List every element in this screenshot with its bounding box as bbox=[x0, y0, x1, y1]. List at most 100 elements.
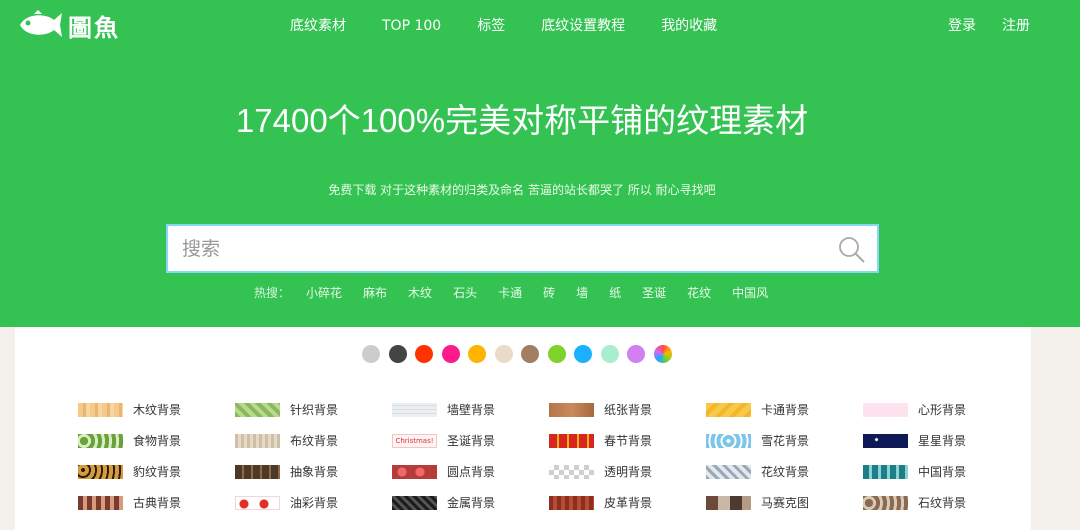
fish-logo-icon bbox=[20, 10, 62, 37]
search-box bbox=[166, 224, 879, 273]
category-item[interactable]: 针织背景 bbox=[235, 394, 392, 425]
search-input[interactable] bbox=[182, 226, 822, 271]
category-thumbnail bbox=[392, 464, 437, 479]
category-item[interactable]: 油彩背景 bbox=[235, 487, 392, 518]
color-swatch[interactable] bbox=[627, 345, 645, 363]
category-label: 皮革背景 bbox=[604, 496, 653, 510]
nav-item-favorites[interactable]: 我的收藏 bbox=[661, 16, 717, 36]
hot-term[interactable]: 纸 bbox=[609, 284, 621, 301]
category-label: 圣诞背景 bbox=[447, 434, 496, 448]
login-link[interactable]: 登录 bbox=[948, 16, 976, 36]
hot-term[interactable]: 卡通 bbox=[498, 284, 522, 301]
category-label: 花纹背景 bbox=[761, 465, 810, 479]
category-thumbnail bbox=[235, 402, 280, 417]
category-item[interactable]: 中国背景 bbox=[863, 456, 1020, 487]
category-label: 抽象背景 bbox=[290, 465, 339, 479]
auth-links: 登录 注册 bbox=[922, 16, 1030, 36]
hot-term[interactable]: 花纹 bbox=[687, 284, 711, 301]
category-item[interactable]: 圆点背景 bbox=[392, 456, 549, 487]
search-icon[interactable] bbox=[837, 235, 867, 269]
category-thumbnail bbox=[863, 464, 908, 479]
category-thumbnail bbox=[706, 433, 751, 448]
logo-text: 圖魚 bbox=[68, 12, 120, 42]
nav-item-tutorial[interactable]: 底纹设置教程 bbox=[541, 16, 625, 36]
category-label: 纸张背景 bbox=[604, 403, 653, 417]
category-thumbnail bbox=[78, 495, 123, 510]
category-item[interactable]: 卡通背景 bbox=[706, 394, 863, 425]
category-label: 中国背景 bbox=[918, 465, 967, 479]
hot-term[interactable]: 砖 bbox=[543, 284, 555, 301]
hot-term[interactable]: 中国风 bbox=[732, 284, 768, 301]
hot-searches: 热搜： 小碎花 麻布 木纹 石头 卡通 砖 墙 纸 圣诞 花纹 中国风 bbox=[254, 284, 789, 301]
category-label: 针织背景 bbox=[290, 403, 339, 417]
color-swatch[interactable] bbox=[600, 345, 619, 363]
color-swatch[interactable] bbox=[468, 345, 486, 363]
hot-term[interactable]: 石头 bbox=[453, 284, 477, 301]
category-item[interactable]: 心形背景 bbox=[863, 394, 1020, 425]
nav-item-tags[interactable]: 标签 bbox=[477, 16, 505, 36]
category-label: 布纹背景 bbox=[290, 434, 339, 448]
category-thumbnail bbox=[549, 433, 594, 448]
category-item[interactable]: 马赛克图 bbox=[706, 487, 863, 518]
color-swatch-all[interactable] bbox=[653, 345, 672, 363]
page-title: 17400个100%完美对称平铺的纹理素材 bbox=[235, 102, 809, 139]
category-thumbnail bbox=[863, 495, 908, 510]
color-swatch[interactable] bbox=[388, 345, 407, 363]
category-item[interactable]: 墙壁背景 bbox=[392, 394, 549, 425]
category-label: 木纹背景 bbox=[133, 403, 182, 417]
main-nav: 底纹素材 TOP 100 标签 底纹设置教程 我的收藏 bbox=[290, 16, 753, 36]
category-label: 石纹背景 bbox=[918, 496, 967, 510]
site-logo[interactable]: 圖魚 bbox=[16, 8, 146, 42]
category-item[interactable]: 雪花背景 bbox=[706, 425, 863, 456]
page-subtitle: 免费下载 对于这种素材的归类及命名 苦逼的站长都哭了 所以 耐心寻找吧 bbox=[328, 183, 716, 197]
category-thumbnail bbox=[863, 402, 908, 417]
category-item[interactable]: 皮革背景 bbox=[549, 487, 706, 518]
category-item[interactable]: 星星背景 bbox=[863, 425, 1020, 456]
category-thumbnail bbox=[392, 495, 437, 510]
category-label: 圆点背景 bbox=[447, 465, 496, 479]
hot-term[interactable]: 墙 bbox=[576, 284, 588, 301]
category-item[interactable]: 透明背景 bbox=[549, 456, 706, 487]
color-swatch[interactable] bbox=[494, 345, 513, 363]
category-label: 雪花背景 bbox=[761, 434, 810, 448]
category-label: 马赛克图 bbox=[761, 496, 810, 510]
category-item[interactable]: 石纹背景 bbox=[863, 487, 1020, 518]
category-item[interactable]: 食物背景 bbox=[78, 425, 235, 456]
category-item[interactable]: 抽象背景 bbox=[235, 456, 392, 487]
category-thumbnail bbox=[235, 495, 280, 510]
category-item[interactable]: 古典背景 bbox=[78, 487, 235, 518]
category-item[interactable]: 布纹背景 bbox=[235, 425, 392, 456]
color-swatch[interactable] bbox=[362, 345, 380, 363]
nav-item-top100[interactable]: TOP 100 bbox=[382, 16, 441, 36]
category-thumbnail: Christmas! bbox=[392, 433, 437, 448]
category-grid: 木纹背景 针织背景 墙壁背景 纸张背景 卡通背景 心形背景食物背景 布纹背景 Christma… bbox=[78, 394, 1018, 518]
color-swatch[interactable] bbox=[547, 345, 566, 363]
nav-item-textures[interactable]: 底纹素材 bbox=[290, 16, 346, 36]
hot-term[interactable]: 圣诞 bbox=[642, 284, 666, 301]
hot-term[interactable]: 木纹 bbox=[408, 284, 432, 301]
color-filter bbox=[362, 345, 680, 363]
category-item[interactable]: 春节背景 bbox=[549, 425, 706, 456]
category-item[interactable]: 金属背景 bbox=[392, 487, 549, 518]
category-item[interactable]: 花纹背景 bbox=[706, 456, 863, 487]
category-label: 卡通背景 bbox=[761, 403, 810, 417]
category-thumbnail bbox=[78, 433, 123, 448]
category-thumbnail bbox=[235, 433, 280, 448]
hot-term[interactable]: 小碎花 bbox=[306, 284, 342, 301]
category-label: 墙壁背景 bbox=[447, 403, 496, 417]
category-item[interactable]: 豹纹背景 bbox=[78, 456, 235, 487]
hero-banner: 圖魚 底纹素材 TOP 100 标签 底纹设置教程 我的收藏 登录 注册 174… bbox=[0, 0, 1080, 327]
category-item[interactable]: 木纹背景 bbox=[78, 394, 235, 425]
category-label: 心形背景 bbox=[918, 403, 967, 417]
color-swatch[interactable] bbox=[415, 345, 433, 363]
color-swatch[interactable] bbox=[521, 345, 539, 363]
hot-search-label: 热搜： bbox=[254, 286, 291, 300]
category-thumbnail bbox=[78, 402, 123, 417]
category-thumbnail bbox=[235, 464, 280, 479]
register-link[interactable]: 注册 bbox=[1002, 16, 1030, 36]
color-swatch[interactable] bbox=[574, 345, 592, 363]
color-swatch[interactable] bbox=[441, 345, 460, 363]
category-item[interactable]: Christmas! 圣诞背景 bbox=[392, 425, 549, 456]
category-item[interactable]: 纸张背景 bbox=[549, 394, 706, 425]
hot-term[interactable]: 麻布 bbox=[363, 284, 387, 301]
